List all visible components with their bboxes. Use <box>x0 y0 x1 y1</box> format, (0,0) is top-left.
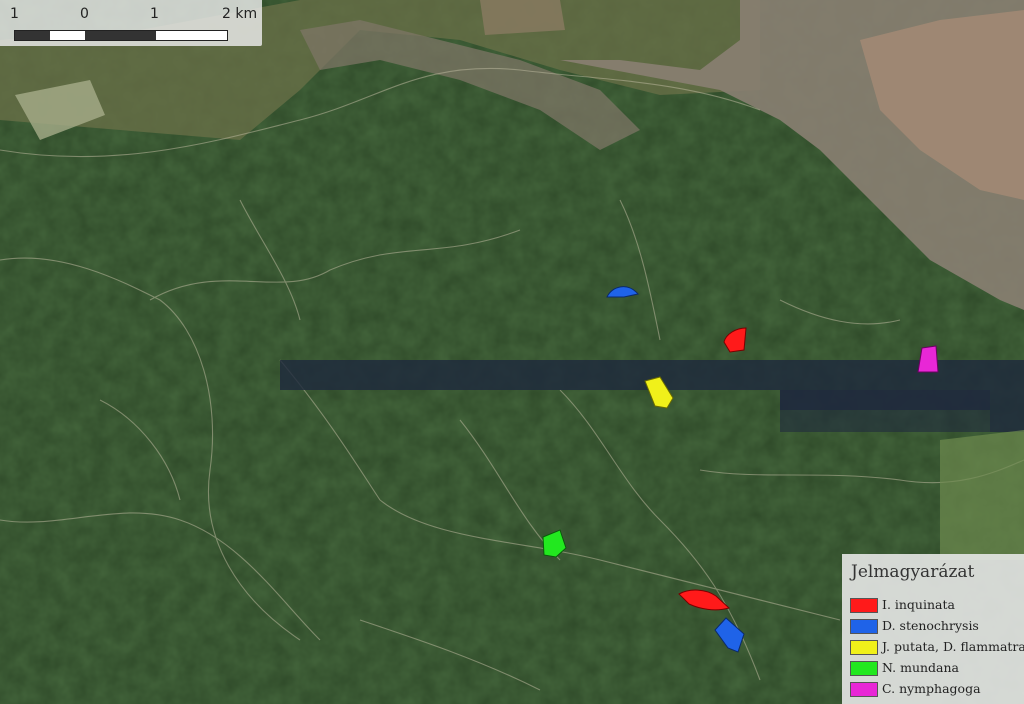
legend-item-label: C. nymphagoga <box>882 681 981 696</box>
scale-label-zero: 0 <box>80 6 89 22</box>
scale-segment <box>15 31 50 40</box>
scale-bar-track <box>14 30 228 41</box>
dark-imagery-strip <box>780 390 990 432</box>
legend-swatch <box>850 682 878 697</box>
legend-swatch <box>850 598 878 613</box>
scale-label-two-km: 2 km <box>222 6 258 22</box>
legend-item-label: N. mundana <box>882 660 959 675</box>
scale-segment <box>156 31 227 40</box>
legend-item-label: D. stenochrysis <box>882 618 979 633</box>
scale-segment <box>85 31 156 40</box>
legend-swatch <box>850 661 878 676</box>
scale-segment <box>50 31 85 40</box>
legend-title: Jelmagyarázat <box>851 562 975 582</box>
scale-label-left: 1 <box>10 6 19 22</box>
legend-item-label: I. inquinata <box>882 597 955 612</box>
field-south-east <box>940 430 1024 560</box>
scale-bar: 1 0 1 2 km <box>0 0 262 46</box>
map-legend: Jelmagyarázat I. inquinata D. stenochrys… <box>842 554 1024 704</box>
legend-item-label: J. putata, D. flammatra <box>882 639 1024 654</box>
legend-swatch <box>850 619 878 634</box>
farmland-field <box>480 0 565 35</box>
legend-swatch <box>850 640 878 655</box>
scale-label-one: 1 <box>150 6 159 22</box>
